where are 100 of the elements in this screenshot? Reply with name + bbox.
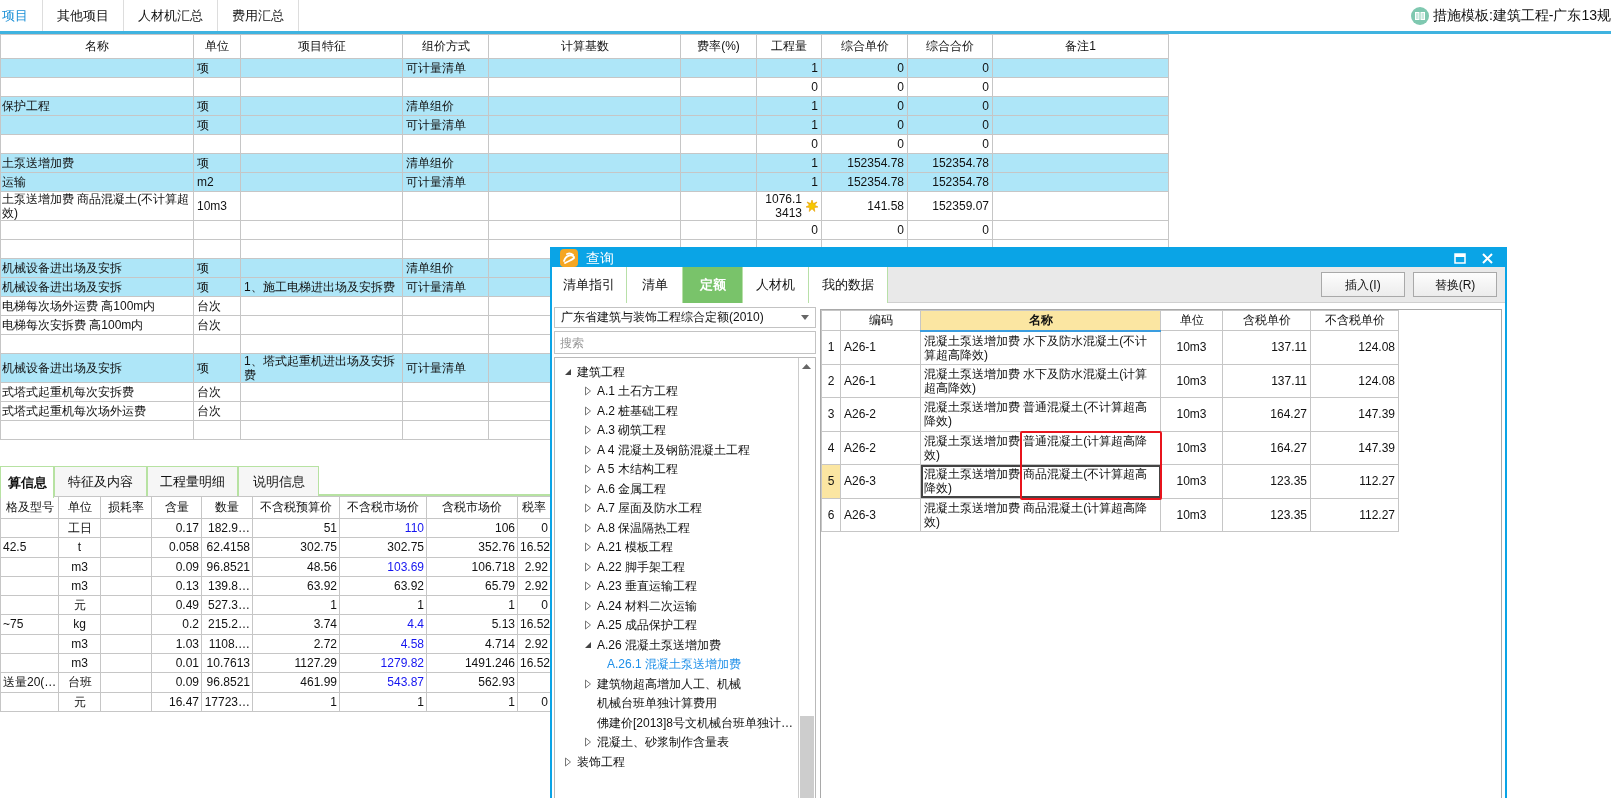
caret-icon[interactable]: [583, 678, 593, 689]
column-header[interactable]: 单位: [1160, 310, 1223, 331]
column-header[interactable]: 名称: [0, 34, 194, 59]
tree-item[interactable]: A.23 垂直运输工程: [555, 576, 797, 596]
caret-icon[interactable]: [583, 405, 593, 416]
close-icon[interactable]: [1482, 252, 1493, 264]
tree-item[interactable]: 建筑物超高增加人工、机械: [555, 674, 797, 694]
row-number: 4: [821, 431, 841, 465]
tab[interactable]: 项目: [0, 0, 43, 31]
caret-icon[interactable]: [583, 522, 593, 533]
tree-item[interactable]: 佛建价[2013]8号文机械台班单独计…: [555, 713, 797, 733]
tree-item[interactable]: A.6 金属工程: [555, 479, 797, 499]
column-header[interactable]: 项目特征: [240, 34, 403, 59]
tab[interactable]: 清单: [627, 267, 683, 303]
table-cell: 352.76: [426, 537, 518, 558]
caret-icon[interactable]: [583, 464, 593, 475]
tree-item[interactable]: 机械台班单独计算费用: [555, 693, 797, 713]
table-cell: 5.13: [426, 615, 518, 635]
tree-item[interactable]: A.21 模板工程: [555, 537, 797, 557]
tree-item[interactable]: A.24 材料二次运输: [555, 596, 797, 616]
table-cell: 106: [426, 518, 518, 538]
tree-item[interactable]: A.1 土石方工程: [555, 381, 797, 401]
table-row[interactable]: 1 A26-1 混凝土泵送增加费 水下及防水混凝土(不计算超高降效) 10m3 137.11 124.08: [821, 330, 1399, 364]
tab[interactable]: 工程量明细: [147, 466, 238, 496]
caret-icon[interactable]: [583, 483, 593, 494]
caret-icon[interactable]: [563, 756, 573, 767]
tree-item[interactable]: A.25 成品保护工程: [555, 615, 797, 635]
tree-item[interactable]: A.7 屋面及防水工程: [555, 498, 797, 518]
caret-icon[interactable]: [583, 542, 593, 553]
column-header[interactable]: 格及型号: [0, 496, 59, 519]
caret-icon[interactable]: [583, 386, 593, 397]
caret-icon[interactable]: [583, 425, 593, 436]
table-cell: 147.39: [1310, 397, 1399, 431]
table-cell: 机械设备进出场及安拆: [0, 353, 194, 383]
button[interactable]: 插入(I): [1321, 272, 1405, 297]
button[interactable]: 替换(R): [1413, 272, 1497, 297]
column-header[interactable]: 编码: [840, 310, 921, 331]
library-dropdown[interactable]: 广东省建筑与装饰工程综合定额(2010): [554, 307, 816, 328]
column-header[interactable]: 不含税市场价: [339, 496, 427, 519]
caret-icon[interactable]: [583, 600, 593, 611]
column-header[interactable]: 不含税预算价: [252, 496, 340, 519]
column-header[interactable]: 名称: [920, 310, 1161, 331]
tab[interactable]: 人材机: [743, 267, 809, 303]
column-header[interactable]: 综合单价: [821, 34, 908, 59]
caret-icon[interactable]: [583, 444, 593, 455]
column-header[interactable]: 不含税单价: [1310, 310, 1399, 331]
column-header[interactable]: 备注1: [992, 34, 1169, 59]
scrollbar-thumb[interactable]: [800, 716, 814, 798]
tree-item[interactable]: A 5 木结构工程: [555, 459, 797, 479]
tab[interactable]: 说明信息: [238, 466, 319, 496]
search-field[interactable]: 搜索: [554, 331, 816, 354]
column-header[interactable]: 含量: [151, 496, 202, 519]
tree-item[interactable]: A 4 混凝土及钢筋混凝土工程: [555, 440, 797, 460]
column-header[interactable]: 组价方式: [402, 34, 489, 59]
column-header[interactable]: 含税单价: [1222, 310, 1311, 331]
caret-icon[interactable]: [583, 620, 593, 631]
table-row[interactable]: 4 A26-2 混凝土泵送增加费 普通混凝土(计算超高降效) 10m3 164.27 147.39: [821, 431, 1399, 465]
table-cell: 10m3: [1160, 330, 1223, 364]
tree-item[interactable]: A.3 砌筑工程: [555, 420, 797, 440]
caret-icon[interactable]: [583, 581, 593, 592]
table-cell: 461.99: [252, 672, 340, 693]
table-row[interactable]: 6 A26-3 混凝土泵送增加费 商品混凝土(计算超高降效) 10m3 123.35 112.27: [821, 498, 1399, 532]
table-row[interactable]: 3 A26-2 混凝土泵送增加费 普通混凝土(不计算超高降效) 10m3 164.27 147.39: [821, 397, 1399, 431]
tree-item[interactable]: A.8 保温隔热工程: [555, 518, 797, 538]
table-cell: 147.39: [1310, 431, 1399, 465]
tree-item[interactable]: 建筑工程: [555, 362, 797, 382]
table-cell: 0.09: [151, 557, 202, 577]
tab[interactable]: 算信息: [0, 466, 54, 498]
tree-item[interactable]: A.2 桩基础工程: [555, 401, 797, 421]
tab[interactable]: 特征及内容: [54, 466, 147, 496]
table-row[interactable]: 5 A26-3 混凝土泵送增加费 商品混凝土(不计算超高降效) 10m3 123.35 112.27: [821, 464, 1399, 498]
column-header[interactable]: 计算基数: [488, 34, 681, 59]
tree-item[interactable]: A.22 脚手架工程: [555, 557, 797, 577]
column-header[interactable]: 单位: [58, 496, 101, 519]
tree-item[interactable]: A.26 混凝土泵送增加费: [555, 635, 797, 655]
tab[interactable]: 清单指引: [552, 267, 627, 303]
column-header[interactable]: 单位: [193, 34, 241, 59]
caret-icon[interactable]: [583, 503, 593, 514]
column-header[interactable]: 综合合价: [907, 34, 993, 59]
tree-item[interactable]: 混凝土、砂浆制作含量表: [555, 732, 797, 752]
table-cell: 0.058: [151, 537, 202, 558]
table-cell-text: 1076.13413: [764, 192, 802, 220]
tree-item[interactable]: A.26.1 混凝土泵送增加费: [555, 654, 797, 674]
column-header[interactable]: 损耗率: [100, 496, 152, 519]
caret-icon[interactable]: [583, 737, 593, 748]
tab[interactable]: 我的数据: [809, 267, 888, 303]
table-cell: 元: [58, 595, 101, 615]
table-cell: 电梯每次场外运费 高100m内: [0, 296, 194, 316]
caret-icon[interactable]: [583, 561, 593, 572]
table-row[interactable]: 2 A26-1 混凝土泵送增加费 水下及防水混凝土(计算超高降效) 10m3 137.11 124.08: [821, 364, 1399, 398]
column-header[interactable]: 费率(%): [680, 34, 757, 59]
table-cell: 1、塔式起重机进出场及安拆费: [240, 353, 403, 383]
scrollbar[interactable]: [798, 358, 815, 798]
table-cell: 送量20(…: [0, 672, 59, 693]
maximize-icon[interactable]: [1454, 252, 1466, 264]
column-header[interactable]: 工程量: [756, 34, 822, 59]
column-header[interactable]: 数量: [201, 496, 253, 519]
column-header[interactable]: 含税市场价: [426, 496, 518, 519]
table-cell: 182.9…: [201, 518, 253, 538]
tree-item[interactable]: 装饰工程: [555, 752, 797, 772]
